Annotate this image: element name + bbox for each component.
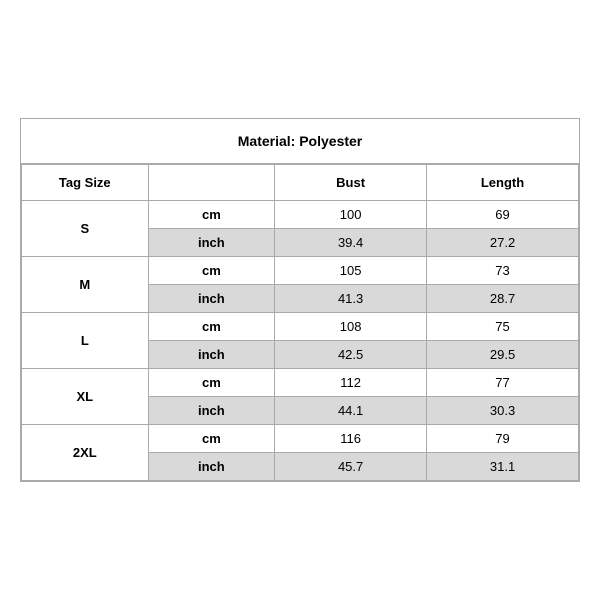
tag-size-cell: 2XL bbox=[22, 425, 149, 481]
tag-size-cell: S bbox=[22, 201, 149, 257]
bust-cm-value: 112 bbox=[275, 369, 427, 397]
tag-size-cell: L bbox=[22, 313, 149, 369]
bust-cm-value: 100 bbox=[275, 201, 427, 229]
length-cm-value: 75 bbox=[427, 313, 579, 341]
unit-cm-cell: cm bbox=[148, 313, 275, 341]
bust-inch-value: 42.5 bbox=[275, 341, 427, 369]
bust-inch-value: 44.1 bbox=[275, 397, 427, 425]
unit-inch-cell: inch bbox=[148, 229, 275, 257]
bust-inch-value: 41.3 bbox=[275, 285, 427, 313]
bust-cm-value: 116 bbox=[275, 425, 427, 453]
unit-cm-cell: cm bbox=[148, 257, 275, 285]
bust-cm-value: 108 bbox=[275, 313, 427, 341]
unit-inch-cell: inch bbox=[148, 397, 275, 425]
unit-cm-cell: cm bbox=[148, 369, 275, 397]
unit-inch-cell: inch bbox=[148, 341, 275, 369]
length-inch-value: 27.2 bbox=[427, 229, 579, 257]
chart-title: Material: Polyester bbox=[21, 119, 579, 164]
unit-inch-cell: inch bbox=[148, 285, 275, 313]
length-cm-value: 77 bbox=[427, 369, 579, 397]
length-inch-value: 31.1 bbox=[427, 453, 579, 481]
bust-inch-value: 45.7 bbox=[275, 453, 427, 481]
header-length: Length bbox=[427, 165, 579, 201]
size-table: Tag Size Bust Length S cm 100 69 inch 39… bbox=[21, 164, 579, 481]
length-cm-value: 79 bbox=[427, 425, 579, 453]
tag-size-cell: XL bbox=[22, 369, 149, 425]
length-cm-value: 69 bbox=[427, 201, 579, 229]
header-bust: Bust bbox=[275, 165, 427, 201]
length-inch-value: 29.5 bbox=[427, 341, 579, 369]
unit-cm-cell: cm bbox=[148, 425, 275, 453]
header-tag-size: Tag Size bbox=[22, 165, 149, 201]
bust-cm-value: 105 bbox=[275, 257, 427, 285]
length-cm-value: 73 bbox=[427, 257, 579, 285]
bust-inch-value: 39.4 bbox=[275, 229, 427, 257]
unit-cm-cell: cm bbox=[148, 201, 275, 229]
tag-size-cell: M bbox=[22, 257, 149, 313]
length-inch-value: 28.7 bbox=[427, 285, 579, 313]
size-chart-wrapper: Material: Polyester Tag Size Bust Length… bbox=[20, 118, 580, 482]
length-inch-value: 30.3 bbox=[427, 397, 579, 425]
unit-inch-cell: inch bbox=[148, 453, 275, 481]
header-unit bbox=[148, 165, 275, 201]
